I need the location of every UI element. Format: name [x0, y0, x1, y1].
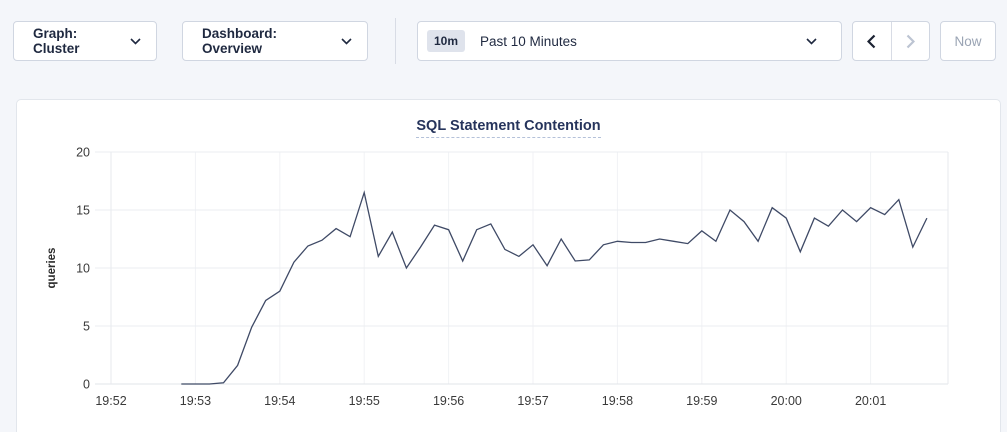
svg-text:19:54: 19:54 [264, 394, 295, 408]
chevron-right-icon [906, 34, 915, 49]
svg-text:0: 0 [83, 378, 90, 392]
prev-time-button[interactable] [853, 22, 891, 60]
chevron-left-icon [867, 34, 876, 49]
next-time-button[interactable] [892, 22, 930, 60]
chevron-down-icon [806, 38, 817, 45]
toolbar-divider [395, 18, 396, 64]
svg-text:19:58: 19:58 [602, 394, 633, 408]
now-button[interactable]: Now [940, 21, 996, 61]
svg-text:19:56: 19:56 [433, 394, 464, 408]
line-chart[interactable]: 19:52 19:53 19:54 19:55 19:56 19:57 19:58 19:59… [17, 140, 1000, 430]
chart-panel: SQL Statement Contention 19:52 19:53 19:54… [16, 99, 1001, 432]
graph-dropdown-label: Graph: Cluster [33, 26, 120, 56]
now-button-label: Now [954, 34, 981, 49]
dashboard-dropdown[interactable]: Dashboard: Overview [182, 21, 368, 61]
svg-text:19:55: 19:55 [349, 394, 380, 408]
time-step-group [852, 21, 930, 61]
svg-text:19:53: 19:53 [180, 394, 211, 408]
graph-dropdown[interactable]: Graph: Cluster [13, 21, 157, 61]
svg-text:20:00: 20:00 [771, 394, 802, 408]
svg-text:20: 20 [76, 146, 90, 160]
svg-text:19:57: 19:57 [517, 394, 548, 408]
svg-text:5: 5 [83, 320, 90, 334]
svg-text:10: 10 [76, 262, 90, 276]
chart-title-row: SQL Statement Contention [17, 100, 1000, 140]
time-range-badge: 10m [427, 30, 465, 52]
chevron-down-icon [130, 38, 141, 45]
chart-title[interactable]: SQL Statement Contention [416, 118, 600, 138]
line-chart-svg[interactable]: 19:52 19:53 19:54 19:55 19:56 19:57 19:58 19:59… [17, 140, 1000, 430]
svg-text:19:59: 19:59 [686, 394, 717, 408]
svg-text:19:52: 19:52 [95, 394, 126, 408]
chevron-down-icon [341, 38, 352, 45]
svg-text:queries: queries [46, 248, 58, 289]
time-range-label: Past 10 Minutes [480, 34, 577, 49]
dashboard-dropdown-label: Dashboard: Overview [202, 26, 331, 56]
svg-text:20:01: 20:01 [855, 394, 886, 408]
toolbar: Graph: Cluster Dashboard: Overview 10m P… [0, 0, 1007, 68]
svg-text:15: 15 [76, 204, 90, 218]
time-range-selector[interactable]: 10m Past 10 Minutes [417, 21, 842, 61]
